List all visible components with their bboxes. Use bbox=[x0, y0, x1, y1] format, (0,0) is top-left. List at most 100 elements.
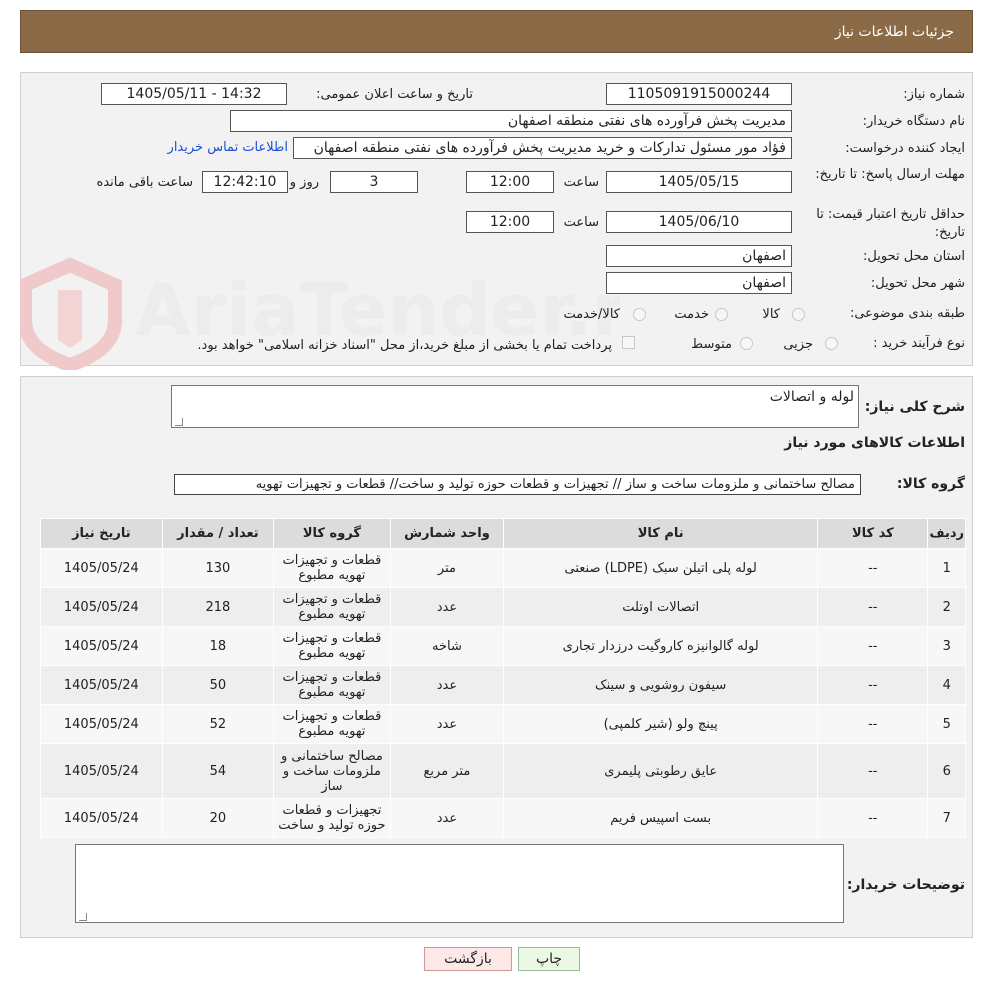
cell-goods-name: پینچ ولو (شیر کلمپی) bbox=[503, 704, 819, 744]
goods-group-field: مصالح ساختمانی و ملزومات ساخت و ساز // ت… bbox=[174, 474, 861, 495]
cell-unit: شاخه bbox=[389, 626, 505, 666]
process-radio-partial[interactable] bbox=[825, 337, 838, 350]
cell-need-date: 1405/05/24 bbox=[40, 587, 163, 627]
days-field: 3 bbox=[330, 171, 418, 193]
cell-goods-group: تجهیزات و قطعات حوزه تولید و ساخت bbox=[273, 798, 391, 838]
cell-row-number: 5 bbox=[927, 704, 966, 744]
col-goods-code: کد کالا bbox=[817, 518, 929, 549]
table-header-row: ردیف کد کالا نام کالا واحد شمارش گروه کا… bbox=[40, 518, 966, 549]
cell-row-number: 7 bbox=[927, 798, 966, 838]
validity-time-field: 12:00 bbox=[466, 211, 554, 233]
cell-quantity: 20 bbox=[161, 798, 275, 838]
resize-handle[interactable] bbox=[175, 418, 183, 426]
need-number-field: 1105091915000244 bbox=[606, 83, 792, 105]
cell-goods-name: اتصالات اوتلت bbox=[503, 587, 819, 627]
buyer-notes-label: توضیحات خریدار: bbox=[846, 877, 965, 893]
cell-quantity: 218 bbox=[161, 587, 275, 627]
resize-handle[interactable] bbox=[79, 913, 87, 921]
cell-unit: عدد bbox=[389, 587, 505, 627]
cell-row-number: 4 bbox=[927, 665, 966, 705]
table-row: 3 -- لوله گالوانیزه کاروگیت درزدار تجاری… bbox=[40, 626, 966, 666]
requester-field: فؤاد مور مسئول تدارکات و خرید مدیریت پخش… bbox=[293, 137, 792, 159]
cell-goods-code: -- bbox=[817, 704, 929, 744]
cell-goods-code: -- bbox=[817, 587, 929, 627]
treasury-payment-checkbox[interactable] bbox=[622, 336, 635, 349]
buyer-org-label: نام دستگاه خریدار: bbox=[862, 114, 965, 129]
cell-goods-code: -- bbox=[817, 548, 929, 588]
col-need-date: تاریخ نیاز bbox=[40, 518, 163, 549]
cell-goods-group: قطعات و تجهیزات تهویه مطبوع bbox=[273, 548, 391, 588]
cell-quantity: 130 bbox=[161, 548, 275, 588]
cell-need-date: 1405/05/24 bbox=[40, 665, 163, 705]
category-option-goods-service: کالا/خدمت bbox=[563, 307, 620, 322]
table-row: 7 -- بست اسپیس فریم عدد تجهیزات و قطعات … bbox=[40, 798, 966, 838]
cell-goods-group: قطعات و تجهیزات تهویه مطبوع bbox=[273, 665, 391, 705]
cell-goods-group: قطعات و تجهیزات تهویه مطبوع bbox=[273, 587, 391, 627]
deadline-date-field: 1405/05/15 bbox=[606, 171, 792, 193]
cell-row-number: 1 bbox=[927, 548, 966, 588]
category-radio-goods-service[interactable] bbox=[633, 308, 646, 321]
days-label: روز و bbox=[289, 175, 319, 190]
buyer-contact-link[interactable]: اطلاعات تماس خریدار bbox=[168, 140, 288, 155]
cell-quantity: 50 bbox=[161, 665, 275, 705]
validity-time-label: ساعت bbox=[563, 215, 599, 230]
deadline-time-label: ساعت bbox=[563, 175, 599, 190]
page-header: جزئیات اطلاعات نیاز bbox=[20, 10, 973, 53]
process-option-medium: متوسط bbox=[691, 337, 732, 352]
buyer-org-field: مدیریت پخش فرآورده های نفتی منطقه اصفهان bbox=[230, 110, 792, 132]
cell-need-date: 1405/05/24 bbox=[40, 743, 163, 799]
category-option-service: خدمت bbox=[674, 307, 709, 322]
category-label: طبقه بندی موضوعی: bbox=[849, 306, 965, 321]
cell-unit: عدد bbox=[389, 665, 505, 705]
announce-field: 1405/05/11 - 14:32 bbox=[101, 83, 287, 105]
summary-textarea[interactable]: لوله و اتصالات bbox=[171, 385, 859, 428]
col-goods-name: نام کالا bbox=[503, 518, 819, 549]
cell-unit: عدد bbox=[389, 704, 505, 744]
col-row-number: ردیف bbox=[927, 518, 966, 549]
cell-goods-code: -- bbox=[817, 743, 929, 799]
cell-unit: متر مربع bbox=[389, 743, 505, 799]
cell-need-date: 1405/05/24 bbox=[40, 798, 163, 838]
summary-value: لوله و اتصالات bbox=[769, 389, 854, 405]
cell-goods-code: -- bbox=[817, 626, 929, 666]
cell-goods-name: لوله پلی اتیلن سبک (LDPE) صنعتی bbox=[503, 548, 819, 588]
requester-label: ایجاد کننده درخواست: bbox=[845, 141, 965, 156]
validity-date-field: 1405/06/10 bbox=[606, 211, 792, 233]
cell-goods-code: -- bbox=[817, 665, 929, 705]
cell-need-date: 1405/05/24 bbox=[40, 548, 163, 588]
deadline-time-field: 12:00 bbox=[466, 171, 554, 193]
province-field: اصفهان bbox=[606, 245, 792, 267]
buyer-notes-textarea[interactable] bbox=[75, 844, 844, 923]
category-radio-goods[interactable] bbox=[792, 308, 805, 321]
remaining-time-field: 12:42:10 bbox=[202, 171, 288, 193]
category-option-goods: کالا bbox=[762, 307, 780, 322]
table-row: 4 -- سیفون روشویی و سینک عدد قطعات و تجه… bbox=[40, 665, 966, 705]
cell-goods-name: سیفون روشویی و سینک bbox=[503, 665, 819, 705]
payment-note: پرداخت تمام یا بخشی از مبلغ خرید،از محل … bbox=[197, 338, 612, 353]
process-label: نوع فرآیند خرید : bbox=[873, 336, 965, 351]
city-field: اصفهان bbox=[606, 272, 792, 294]
goods-section-title: اطلاعات کالاهای مورد نیاز bbox=[784, 435, 965, 451]
category-radio-service[interactable] bbox=[715, 308, 728, 321]
cell-need-date: 1405/05/24 bbox=[40, 704, 163, 744]
table-row: 2 -- اتصالات اوتلت عدد قطعات و تجهیزات ت… bbox=[40, 587, 966, 627]
cell-goods-group: مصالح ساختمانی و ملزومات ساخت و ساز bbox=[273, 743, 391, 799]
cell-unit: عدد bbox=[389, 798, 505, 838]
process-radio-medium[interactable] bbox=[740, 337, 753, 350]
cell-need-date: 1405/05/24 bbox=[40, 626, 163, 666]
cell-goods-code: -- bbox=[817, 798, 929, 838]
cell-row-number: 3 bbox=[927, 626, 966, 666]
cell-quantity: 52 bbox=[161, 704, 275, 744]
page-title: جزئیات اطلاعات نیاز bbox=[834, 23, 954, 40]
col-unit: واحد شمارش bbox=[389, 518, 505, 549]
print-button[interactable]: چاپ bbox=[518, 947, 580, 971]
table-row: 6 -- عایق رطوبتی پلیمری متر مربع مصالح س… bbox=[40, 743, 966, 799]
table-row: 1 -- لوله پلی اتیلن سبک (LDPE) صنعتی متر… bbox=[40, 548, 966, 588]
cell-quantity: 54 bbox=[161, 743, 275, 799]
cell-goods-group: قطعات و تجهیزات تهویه مطبوع bbox=[273, 704, 391, 744]
cell-goods-name: لوله گالوانیزه کاروگیت درزدار تجاری bbox=[503, 626, 819, 666]
back-button[interactable]: بازگشت bbox=[424, 947, 512, 971]
cell-row-number: 6 bbox=[927, 743, 966, 799]
process-option-partial: جزیی bbox=[783, 337, 813, 352]
cell-row-number: 2 bbox=[927, 587, 966, 627]
